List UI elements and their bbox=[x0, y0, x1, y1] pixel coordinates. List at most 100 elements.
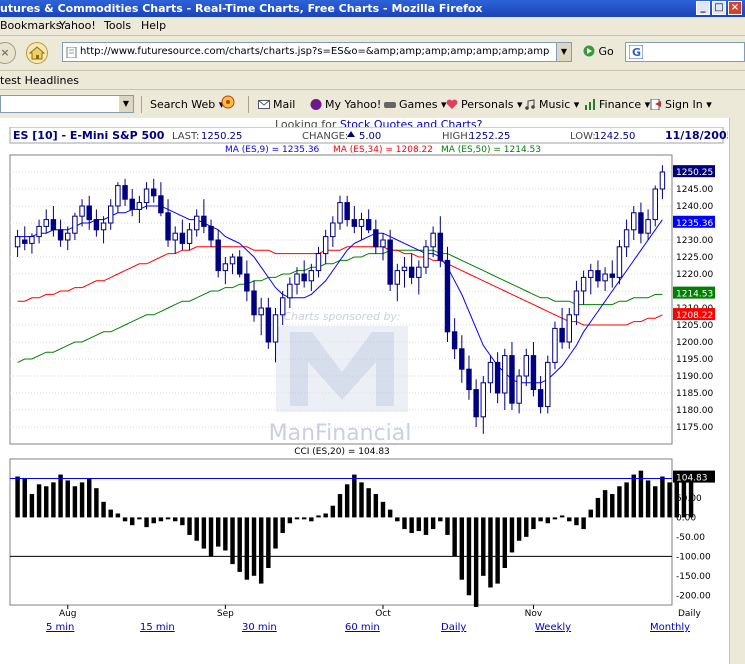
timeframe-link[interactable]: 15 min bbox=[140, 622, 175, 633]
my-yahoo-label: My Yahoo! bbox=[325, 98, 382, 111]
price-tick-label: 1225.00 bbox=[676, 253, 713, 263]
search-engine-box[interactable]: G bbox=[625, 42, 745, 62]
timeframe-link[interactable]: 60 min bbox=[345, 622, 380, 633]
menu-tools[interactable]: Tools bbox=[104, 19, 131, 32]
go-button[interactable]: Go bbox=[583, 45, 614, 58]
timeframe-link[interactable]: 5 min bbox=[46, 622, 74, 633]
candle-body bbox=[158, 195, 164, 214]
timeframe-link[interactable]: 30 min bbox=[242, 622, 277, 633]
futures-chart: ES [10] - E-Mini S&P 500 LAST: 1250.25 C… bbox=[9, 127, 728, 633]
candle-body bbox=[308, 270, 315, 282]
price-tick-label: 1240.00 bbox=[676, 202, 713, 212]
timeframe-links: 5 min 15 min 30 min 60 min Daily Weekly Monthl… bbox=[46, 622, 690, 633]
finance-button[interactable]: Finance ▾ bbox=[584, 98, 650, 111]
url-bar[interactable]: http://www.futuresource.com/charts/chart… bbox=[62, 42, 572, 62]
url-text[interactable]: http://www.futuresource.com/charts/chart… bbox=[80, 46, 550, 57]
month-label: Sep bbox=[217, 609, 234, 619]
vertical-scrollbar[interactable] bbox=[729, 118, 745, 664]
cci-bar bbox=[395, 517, 400, 522]
cci-bar bbox=[208, 517, 214, 557]
cci-bar bbox=[509, 517, 515, 553]
cci-bar bbox=[516, 517, 522, 541]
cci-bar bbox=[316, 515, 321, 518]
mail-button[interactable]: Mail bbox=[258, 98, 295, 111]
candle-body bbox=[322, 236, 329, 255]
candle-body bbox=[258, 307, 264, 316]
search-web-button[interactable]: Search Web ▾ bbox=[150, 98, 224, 111]
candle-body bbox=[150, 188, 157, 197]
candle-body bbox=[537, 389, 544, 408]
symbol-title: ES [10] - E-Mini S&P 500 bbox=[13, 129, 165, 142]
x-axis: Aug Sep Oct Nov Daily bbox=[59, 605, 701, 619]
cci-tick-label: -100.00 bbox=[676, 552, 711, 562]
url-dropdown-button[interactable]: ▼ bbox=[556, 43, 571, 61]
maximize-button[interactable]: □ bbox=[712, 1, 726, 15]
finance-label: Finance bbox=[599, 98, 642, 111]
cci-bar bbox=[237, 517, 242, 572]
yahoo-target-icon[interactable] bbox=[220, 94, 236, 113]
ma50-price-tag-label: 1214.53 bbox=[676, 290, 713, 300]
candle-body bbox=[86, 205, 92, 221]
candle-body bbox=[215, 239, 221, 272]
timeframe-link[interactable]: Daily bbox=[441, 622, 466, 633]
my-yahoo-button[interactable]: My Yahoo! bbox=[310, 98, 381, 111]
cci-bar bbox=[344, 484, 350, 518]
cci-bar bbox=[488, 517, 493, 588]
cci-bar bbox=[15, 476, 20, 518]
menu-yahoo[interactable]: Yahoo! bbox=[59, 19, 96, 32]
yahoo-search-dropdown[interactable]: ▼ bbox=[119, 96, 133, 112]
svg-text:G: G bbox=[632, 46, 641, 59]
timeframe-link[interactable]: Weekly bbox=[535, 622, 571, 633]
low-label: LOW: bbox=[570, 131, 596, 142]
change-value: 5.00 bbox=[359, 131, 381, 142]
yahoo-search-input[interactable]: ▼ bbox=[0, 95, 134, 113]
cci-bar bbox=[287, 517, 293, 524]
candle-body bbox=[201, 215, 207, 227]
toolbar-separator bbox=[141, 96, 142, 113]
close-window-button[interactable]: × bbox=[728, 1, 742, 15]
candle-body bbox=[14, 236, 21, 248]
cci-bar bbox=[452, 517, 457, 557]
cci-bar bbox=[36, 484, 42, 518]
cci-bar bbox=[430, 517, 436, 530]
search-web-label: Search Web bbox=[150, 98, 216, 111]
minimize-button[interactable]: _ bbox=[696, 1, 710, 15]
candle-body bbox=[236, 256, 243, 275]
cci-bar bbox=[416, 517, 422, 532]
candle-body bbox=[287, 283, 293, 299]
cci-bar bbox=[588, 509, 593, 518]
home-button[interactable] bbox=[26, 42, 48, 64]
cci-bar bbox=[438, 517, 443, 522]
cci-bar bbox=[72, 486, 78, 518]
cci-bar bbox=[44, 486, 49, 518]
cci-bar bbox=[29, 494, 35, 518]
bookmark-latest-headlines[interactable]: test Headlines bbox=[0, 74, 79, 87]
cci-bar bbox=[559, 515, 565, 518]
music-button[interactable]: Music ▾ bbox=[524, 98, 579, 111]
stop-button[interactable]: × bbox=[0, 42, 16, 64]
candle-body bbox=[36, 225, 42, 238]
candle-body bbox=[294, 273, 300, 285]
candle-body bbox=[401, 266, 408, 272]
cci-bar bbox=[215, 517, 221, 547]
cci-bar bbox=[481, 517, 486, 576]
cci-bar bbox=[402, 517, 407, 530]
cci-bar bbox=[165, 517, 171, 520]
candle-body bbox=[136, 202, 143, 210]
window-titlebar: utures & Commodities Charts - Real-Time … bbox=[0, 0, 745, 17]
candle-body bbox=[344, 202, 350, 221]
candle-body bbox=[72, 215, 78, 234]
personals-button[interactable]: Personals ▾ bbox=[446, 98, 523, 111]
candle-body bbox=[337, 202, 343, 224]
menu-help[interactable]: Help bbox=[141, 19, 166, 32]
cci-bar bbox=[151, 517, 156, 524]
cci-bar bbox=[115, 513, 121, 518]
menu-bookmarks[interactable]: Bookmarks bbox=[0, 19, 61, 32]
navigation-toolbar: × http://www.futuresource.com/charts/cha… bbox=[0, 36, 745, 71]
price-tick-label: 1190.00 bbox=[676, 372, 713, 382]
cci-bar bbox=[330, 505, 336, 518]
sign-in-button[interactable]: Sign In ▾ bbox=[650, 98, 712, 111]
timeframe-link[interactable]: Monthly bbox=[650, 622, 690, 633]
cci-bar bbox=[172, 517, 178, 522]
games-button[interactable]: Games ▾ bbox=[384, 98, 447, 111]
